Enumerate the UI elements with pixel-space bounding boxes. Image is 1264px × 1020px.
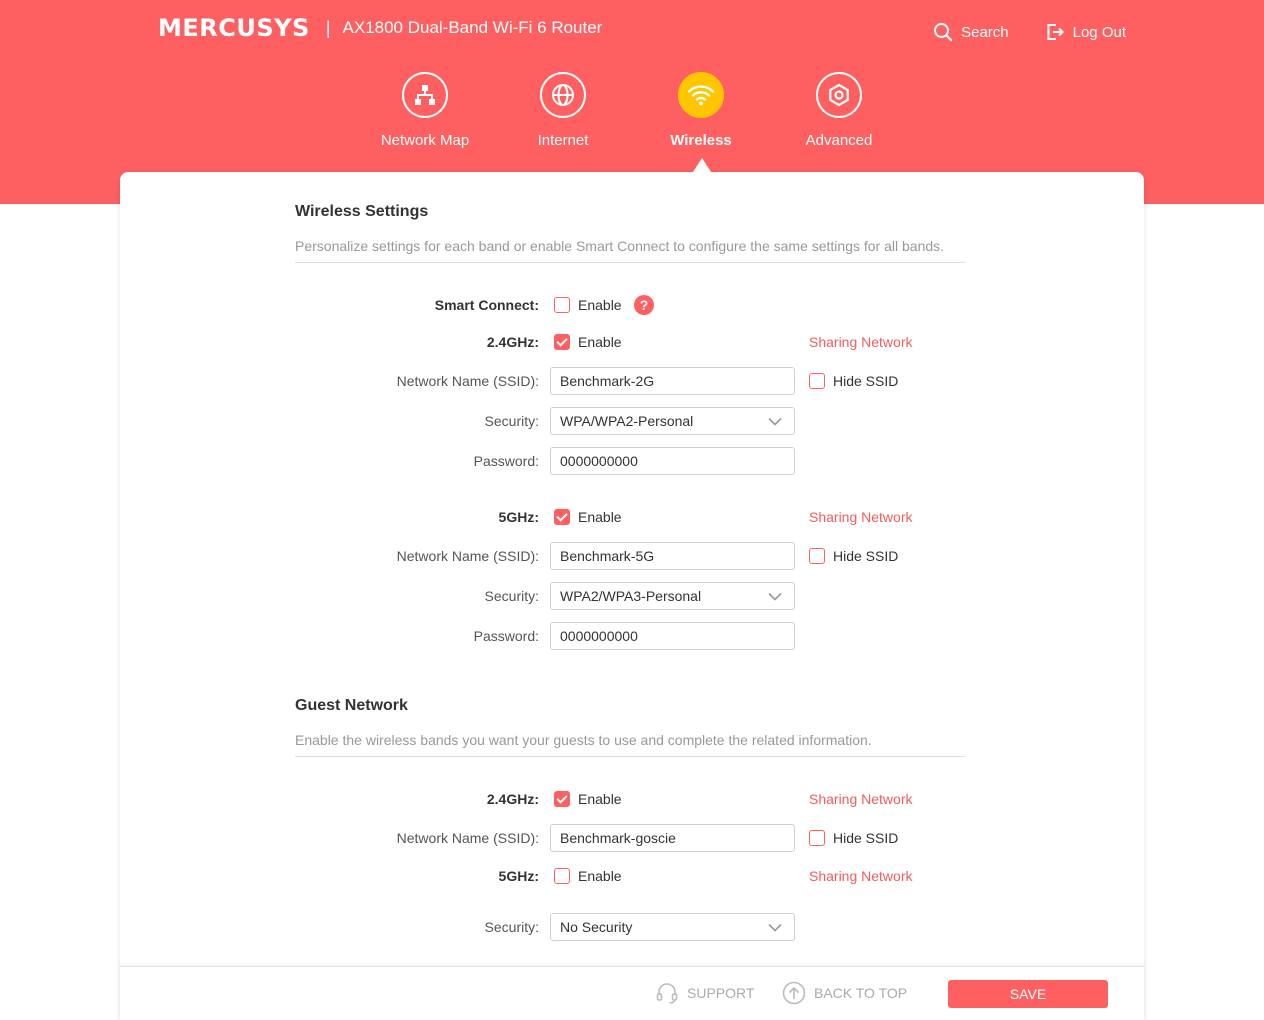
- gear-icon: [816, 72, 862, 118]
- guest-band-5-label: 5GHz:: [498, 868, 539, 884]
- settings-card: Wireless Settings Personalize settings f…: [120, 172, 1144, 1020]
- help-icon[interactable]: ?: [634, 295, 654, 315]
- nav-wireless[interactable]: Wireless: [646, 72, 756, 149]
- section-title-wireless: Wireless Settings: [295, 203, 429, 220]
- sharing-network-link[interactable]: Sharing Network: [809, 868, 913, 884]
- nav-internet[interactable]: Internet: [508, 72, 618, 149]
- globe-icon: [540, 72, 586, 118]
- network-map-icon: [402, 72, 448, 118]
- headset-icon: [656, 983, 678, 1004]
- sharing-network-link[interactable]: Sharing Network: [809, 334, 913, 350]
- logout-label: Log Out: [1072, 23, 1126, 41]
- security-5-value: WPA2/WPA3-Personal: [560, 588, 702, 604]
- guest-band-24-enable-label: Enable: [578, 791, 622, 807]
- brand: MERCUSYS | AX1800 Dual-Band Wi-Fi 6 Rout…: [158, 14, 602, 42]
- section-description-guest: Enable the wireless bands you want your …: [295, 732, 872, 748]
- ssid-label: Network Name (SSID):: [396, 548, 539, 564]
- sharing-network-link[interactable]: Sharing Network: [809, 791, 913, 807]
- section-divider: [295, 262, 965, 263]
- logout-button[interactable]: Log Out: [1045, 22, 1126, 42]
- section-divider: [295, 756, 965, 757]
- smart-connect-label: Smart Connect:: [434, 297, 539, 313]
- search-button[interactable]: Search: [933, 22, 1009, 42]
- guest-band-5-enable-label: Enable: [578, 868, 622, 884]
- chevron-down-icon: [768, 923, 782, 932]
- guest-security-value: No Security: [560, 919, 633, 935]
- smart-connect-checkbox[interactable]: [554, 297, 570, 313]
- ssid-5-input[interactable]: Benchmark-5G: [550, 542, 795, 570]
- support-link[interactable]: SUPPORT: [655, 981, 754, 1005]
- model-name: AX1800 Dual-Band Wi-Fi 6 Router: [342, 18, 603, 37]
- nav-label: Wireless: [670, 132, 732, 149]
- security-label: Security:: [484, 413, 539, 429]
- chevron-down-icon: [768, 417, 782, 426]
- security-5-select[interactable]: WPA2/WPA3-Personal: [550, 582, 795, 610]
- search-label: Search: [961, 23, 1009, 41]
- band-5-enable-checkbox[interactable]: [554, 509, 570, 525]
- back-to-top-link[interactable]: BACK TO TOP: [782, 981, 907, 1005]
- band-24-enable-label: Enable: [578, 334, 622, 350]
- nav-network-map[interactable]: Network Map: [370, 72, 480, 149]
- main-nav: Network Map Internet Wireless Advanced: [0, 72, 1264, 152]
- password-24-input[interactable]: 0000000000: [550, 447, 795, 475]
- password-label: Password:: [473, 628, 539, 644]
- guest-hide-ssid-checkbox[interactable]: [809, 830, 825, 846]
- sharing-network-link[interactable]: Sharing Network: [809, 509, 913, 525]
- support-label: SUPPORT: [687, 985, 755, 1001]
- guest-security-select[interactable]: No Security: [550, 913, 795, 941]
- hide-ssid-label: Hide SSID: [833, 373, 899, 389]
- security-label: Security:: [484, 919, 539, 935]
- band-24-enable-checkbox[interactable]: [554, 334, 570, 350]
- ssid-24-input[interactable]: Benchmark-2G: [550, 367, 795, 395]
- brand-separator: |: [325, 17, 331, 38]
- section-title-guest: Guest Network: [295, 697, 408, 714]
- active-tab-pointer: [693, 158, 711, 172]
- section-description-wireless: Personalize settings for each band or en…: [295, 238, 945, 254]
- hide-ssid-24-checkbox[interactable]: [809, 373, 825, 389]
- security-24-select[interactable]: WPA/WPA2-Personal: [550, 407, 795, 435]
- guest-band-24-enable-checkbox[interactable]: [554, 791, 570, 807]
- nav-label: Network Map: [380, 132, 470, 149]
- search-icon: [934, 23, 953, 42]
- mercusys-logo: MERCUSYS: [158, 14, 310, 42]
- guest-band-24-label: 2.4GHz:: [486, 791, 539, 807]
- ssid-label: Network Name (SSID):: [396, 830, 539, 846]
- ssid-label: Network Name (SSID):: [396, 373, 539, 389]
- password-label: Password:: [473, 453, 539, 469]
- security-label: Security:: [484, 588, 539, 604]
- guest-band-5-enable-checkbox[interactable]: [554, 868, 570, 884]
- back-to-top-label: BACK TO TOP: [814, 985, 908, 1001]
- hide-ssid-5-checkbox[interactable]: [809, 548, 825, 564]
- nav-advanced[interactable]: Advanced: [784, 72, 894, 149]
- arrow-up-circle-icon: [782, 981, 806, 1005]
- footer-bar: SUPPORT BACK TO TOP SAVE: [120, 966, 1144, 1020]
- band-5-enable-label: Enable: [578, 509, 622, 525]
- logout-icon: [1047, 24, 1064, 40]
- hide-ssid-label: Hide SSID: [833, 548, 899, 564]
- hide-ssid-label: Hide SSID: [833, 830, 899, 846]
- nav-label: Advanced: [805, 132, 873, 149]
- band-24-label: 2.4GHz:: [486, 334, 539, 350]
- password-5-input[interactable]: 0000000000: [550, 622, 795, 650]
- nav-label: Internet: [537, 132, 589, 149]
- wifi-icon: [678, 72, 724, 118]
- smart-connect-enable-label: Enable: [578, 297, 622, 313]
- chevron-down-icon: [768, 592, 782, 601]
- save-button[interactable]: SAVE: [948, 980, 1108, 1008]
- security-24-value: WPA/WPA2-Personal: [560, 413, 694, 429]
- band-5-label: 5GHz:: [498, 509, 539, 525]
- top-actions: Search Log Out: [933, 22, 1126, 42]
- guest-ssid-input[interactable]: Benchmark-goscie: [550, 824, 795, 852]
